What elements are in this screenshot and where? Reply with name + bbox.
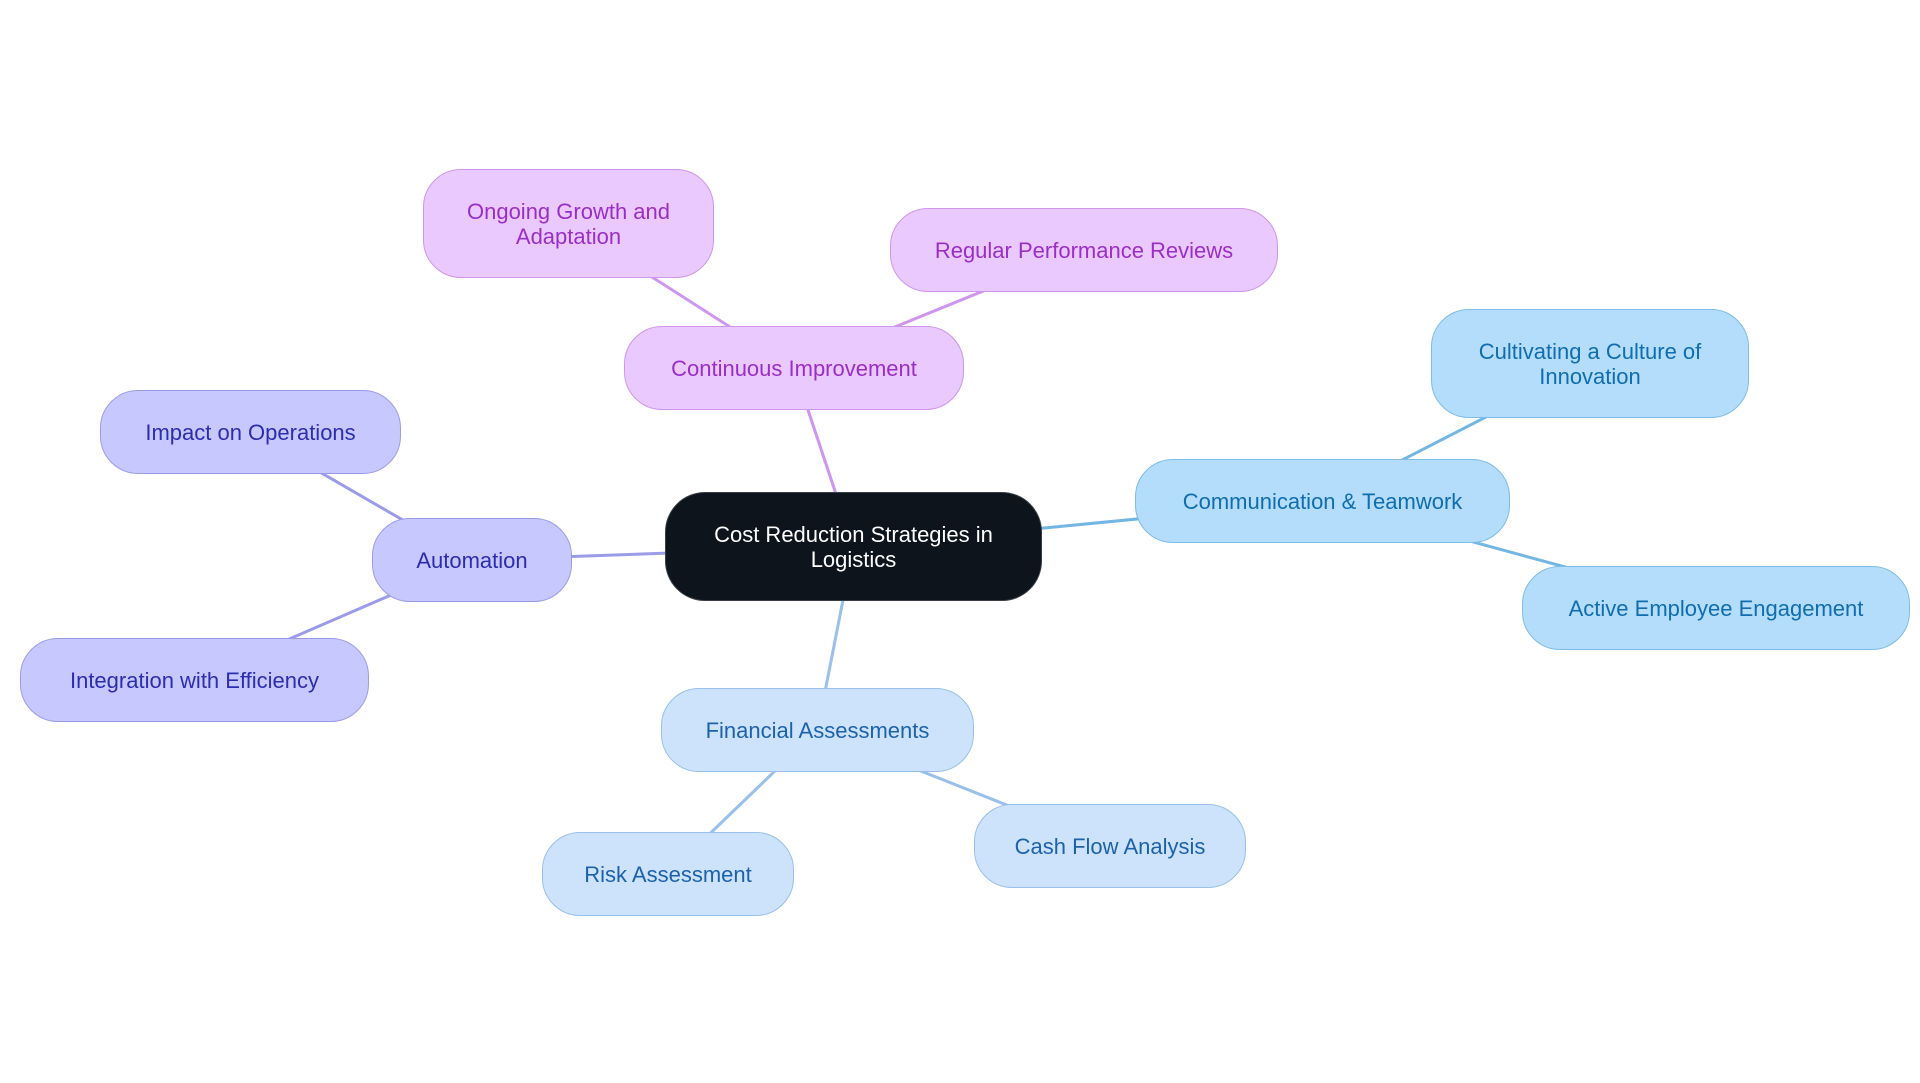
node-label-line1: Ongoing Growth and: [466, 198, 671, 224]
node-regular-performance[interactable]: Regular Performance Reviews: [890, 208, 1278, 292]
node-cash-flow[interactable]: Cash Flow Analysis: [974, 804, 1246, 888]
node-communication-teamwork[interactable]: Communication & Teamwork: [1135, 459, 1510, 543]
node-label: Regular Performance Reviews: [934, 237, 1234, 263]
node-ongoing-growth[interactable]: Ongoing Growth and Adaptation: [423, 169, 714, 278]
node-automation[interactable]: Automation: [372, 518, 572, 602]
node-label: Automation: [416, 547, 528, 573]
node-label: Integration with Efficiency: [69, 667, 320, 693]
root-label-line1: Cost Reduction Strategies in: [714, 521, 993, 547]
node-label: Cash Flow Analysis: [1014, 833, 1206, 859]
node-label-line2: Innovation: [1539, 363, 1641, 389]
node-continuous-improvement[interactable]: Continuous Improvement: [624, 326, 964, 410]
node-active-engagement[interactable]: Active Employee Engagement: [1522, 566, 1910, 650]
node-label: Risk Assessment: [584, 861, 752, 887]
node-impact-operations[interactable]: Impact on Operations: [100, 390, 401, 474]
node-label: Financial Assessments: [705, 717, 930, 743]
node-integration-efficiency[interactable]: Integration with Efficiency: [20, 638, 369, 722]
root-node[interactable]: Cost Reduction Strategies in Logistics: [665, 492, 1042, 601]
node-label: Active Employee Engagement: [1568, 595, 1864, 621]
node-label: Communication & Teamwork: [1182, 488, 1463, 514]
root-label-line2: Logistics: [810, 546, 897, 572]
node-risk-assessment[interactable]: Risk Assessment: [542, 832, 794, 916]
node-financial-assessments[interactable]: Financial Assessments: [661, 688, 974, 772]
node-label-line1: Cultivating a Culture of: [1478, 338, 1702, 364]
node-label: Impact on Operations: [145, 419, 356, 445]
node-label: Continuous Improvement: [671, 355, 917, 381]
node-cultivating-culture[interactable]: Cultivating a Culture of Innovation: [1431, 309, 1749, 418]
node-label-line2: Adaptation: [515, 223, 622, 249]
